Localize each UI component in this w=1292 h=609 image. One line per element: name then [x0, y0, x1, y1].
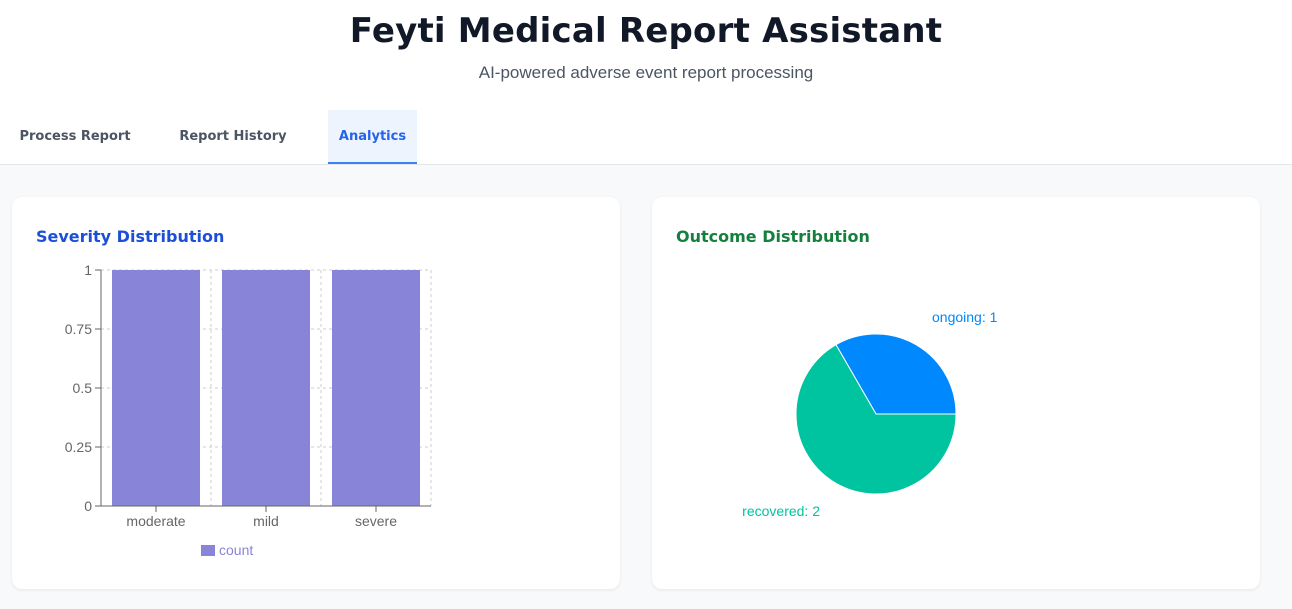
- bar-moderate: [112, 270, 200, 506]
- app-header: Feyti Medical Report Assistant AI-powere…: [0, 0, 1292, 110]
- y-tick-label: 1: [84, 262, 92, 278]
- page-subtitle: AI-powered adverse event report processi…: [478, 63, 814, 82]
- severity-card: Severity Distribution 0 0.25 0.5 0.75 1 moder…: [12, 197, 620, 589]
- severity-bar-chart: 0 0.25 0.5 0.75 1 moderate mild severe count: [65, 262, 432, 558]
- bar-severe: [332, 270, 420, 506]
- y-tick-label: 0.5: [73, 380, 93, 396]
- legend-label: count: [219, 542, 253, 558]
- y-tick-label: 0: [84, 498, 92, 514]
- y-tick-label: 0.75: [65, 321, 92, 337]
- tab-report-history[interactable]: Report History: [170, 110, 296, 164]
- tab-process-report[interactable]: Process Report: [12, 110, 138, 164]
- x-tick-label: mild: [253, 513, 279, 529]
- tab-analytics[interactable]: Analytics: [328, 110, 417, 164]
- x-tick-label: moderate: [126, 513, 185, 529]
- analytics-panel: Severity Distribution 0 0.25 0.5 0.75 1 moder…: [0, 165, 1292, 609]
- x-tick-label: severe: [355, 513, 397, 529]
- y-tick-label: 0.25: [65, 439, 92, 455]
- pie-label-recovered: recovered: 2: [742, 503, 820, 519]
- outcome-card: Outcome Distribution ongoing: 1 recovered…: [652, 197, 1260, 589]
- pie-label-ongoing: ongoing: 1: [932, 309, 998, 325]
- page-title: Feyti Medical Report Assistant: [349, 11, 943, 51]
- tab-bar: Process Report Report History Analytics: [0, 110, 1292, 165]
- bar-mild: [222, 270, 310, 506]
- legend-swatch: [201, 545, 215, 556]
- outcome-pie-chart: ongoing: 1 recovered: 2: [742, 309, 998, 519]
